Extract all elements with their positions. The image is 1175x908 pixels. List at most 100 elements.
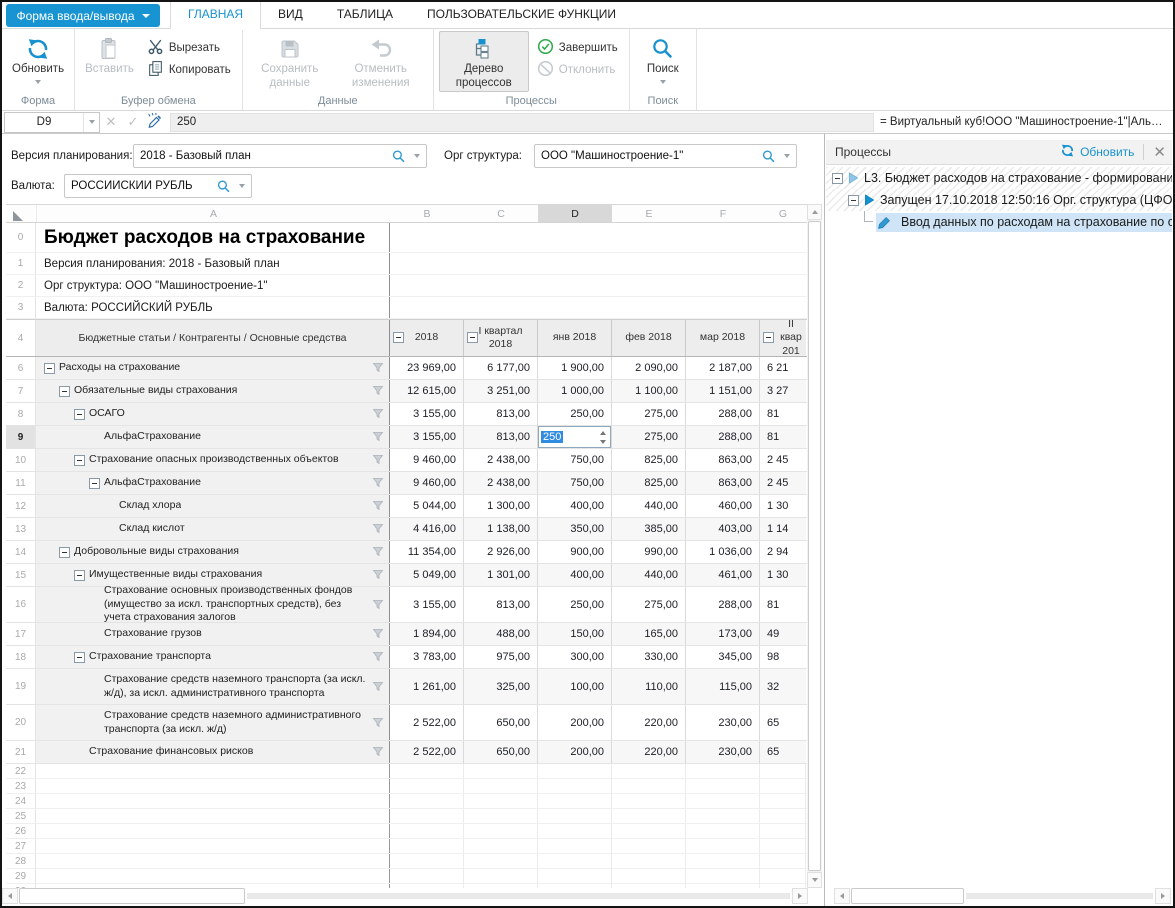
collapse-box-icon[interactable] xyxy=(74,652,85,663)
value-cell[interactable] xyxy=(612,794,686,808)
value-cell[interactable] xyxy=(464,824,538,838)
value-cell[interactable]: 230,00 xyxy=(686,705,760,740)
value-cell[interactable]: 6 177,00 xyxy=(464,357,538,379)
value-cell[interactable]: 650,00 xyxy=(464,741,538,763)
chevron-down-icon[interactable] xyxy=(233,175,251,197)
filter-funnel-icon[interactable] xyxy=(372,477,384,493)
value-cell[interactable]: 1 300,00 xyxy=(464,495,538,517)
filter-funnel-icon[interactable] xyxy=(372,746,384,762)
value-cell[interactable]: 1 900,00 xyxy=(538,357,612,379)
column-header-C[interactable]: C xyxy=(464,205,538,222)
value-cell[interactable]: 440,00 xyxy=(612,564,686,586)
currency-combobox[interactable]: РОССИЙСКИЙ РУБЛЬ xyxy=(64,174,252,198)
refresh-button[interactable]: Обновить xyxy=(7,31,69,85)
value-cell[interactable]: 900,00 xyxy=(538,541,612,563)
value-cell[interactable]: 9 460,00 xyxy=(390,472,464,494)
value-cell[interactable] xyxy=(760,854,806,868)
value-cell[interactable]: 220,00 xyxy=(612,705,686,740)
value-cell[interactable]: 1 000,00 xyxy=(538,380,612,402)
filter-funnel-icon[interactable] xyxy=(372,569,384,585)
label-cell[interactable]: Страхование средств наземного транспорта… xyxy=(36,669,390,704)
value-cell[interactable]: 11 354,00 xyxy=(390,541,464,563)
tab-view[interactable]: ВИД xyxy=(261,2,320,29)
value-cell[interactable]: 110,00 xyxy=(612,669,686,704)
value-cell-clipped[interactable]: 6 21 xyxy=(760,357,806,379)
value-cell[interactable]: 288,00 xyxy=(686,426,760,448)
value-cell[interactable] xyxy=(686,839,760,853)
value-cell[interactable] xyxy=(390,839,464,853)
value-cell[interactable] xyxy=(390,794,464,808)
sheet-title-cell[interactable]: Бюджет расходов на страхование xyxy=(36,223,390,252)
label-cell[interactable] xyxy=(36,869,390,883)
row-header-cell[interactable]: 3 xyxy=(6,297,36,318)
value-cell[interactable]: 3 155,00 xyxy=(390,426,464,448)
value-cell[interactable]: 403,00 xyxy=(686,518,760,540)
search-button[interactable]: Поиск xyxy=(635,31,691,85)
info-cell[interactable]: Версия планирования: 2018 - Базовый план xyxy=(36,253,390,274)
value-cell[interactable] xyxy=(538,794,612,808)
chevron-down-icon[interactable] xyxy=(408,145,426,167)
label-cell[interactable] xyxy=(36,794,390,808)
value-cell[interactable] xyxy=(612,839,686,853)
period-header-cell[interactable]: фев 2018 xyxy=(612,320,686,356)
value-cell[interactable] xyxy=(760,839,806,853)
period-header-cell[interactable]: мар 2018 xyxy=(686,320,760,356)
label-cell[interactable] xyxy=(36,779,390,793)
label-cell[interactable] xyxy=(36,854,390,868)
value-cell[interactable]: 650,00 xyxy=(464,705,538,740)
value-cell[interactable]: 200,00 xyxy=(538,741,612,763)
value-cell[interactable] xyxy=(464,809,538,823)
panel-h-scrollbar-thumb[interactable] xyxy=(851,888,964,904)
value-cell[interactable]: 750,00 xyxy=(538,449,612,471)
panel-h-scrollbar-left-arrow[interactable] xyxy=(834,888,850,904)
confirm-entry-icon[interactable]: ✓ xyxy=(122,114,144,130)
period-header-cell[interactable]: I квартал2018 xyxy=(464,320,538,356)
column-header-A[interactable]: A xyxy=(36,205,390,222)
value-cell-clipped[interactable]: 65 xyxy=(760,741,806,763)
value-cell[interactable]: 325,00 xyxy=(464,669,538,704)
filter-funnel-icon[interactable] xyxy=(372,385,384,401)
filter-funnel-icon[interactable] xyxy=(372,628,384,644)
value-cell[interactable]: 250,00 xyxy=(538,587,612,622)
column-header-G[interactable]: G xyxy=(760,205,806,222)
value-cell[interactable]: 115,00 xyxy=(686,669,760,704)
row-header-cell[interactable]: 2 xyxy=(6,275,36,296)
label-cell[interactable]: Страхование основных производственных фо… xyxy=(36,587,390,622)
value-cell[interactable] xyxy=(686,824,760,838)
value-cell[interactable] xyxy=(686,779,760,793)
value-cell[interactable] xyxy=(612,824,686,838)
v-scrollbar-down-arrow[interactable] xyxy=(807,872,822,888)
spinner-up-icon[interactable] xyxy=(600,431,606,435)
value-cell[interactable] xyxy=(538,779,612,793)
label-cell[interactable]: Страхование транспорта xyxy=(36,646,390,668)
label-cell[interactable]: АльфаСтрахование xyxy=(36,472,390,494)
tab-user-functions[interactable]: ПОЛЬЗОВАТЕЛЬСКИЕ ФУНКЦИИ xyxy=(410,2,633,29)
label-cell[interactable] xyxy=(36,809,390,823)
row-header-cell[interactable]: 29 xyxy=(6,869,36,883)
value-cell[interactable]: 3 155,00 xyxy=(390,403,464,425)
value-cell[interactable]: 330,00 xyxy=(612,646,686,668)
value-cell-clipped[interactable]: 65 xyxy=(760,705,806,740)
value-cell[interactable]: 173,00 xyxy=(686,623,760,645)
value-cell[interactable] xyxy=(612,764,686,778)
chevron-down-icon[interactable] xyxy=(83,113,99,132)
value-cell[interactable]: 825,00 xyxy=(612,449,686,471)
row-header-cell[interactable]: 7 xyxy=(6,380,36,402)
value-cell[interactable] xyxy=(464,779,538,793)
value-cell[interactable] xyxy=(538,809,612,823)
value-cell[interactable] xyxy=(686,794,760,808)
process-tree-item[interactable]: Ввод данных по расходам на страхование п… xyxy=(826,211,1172,233)
value-cell[interactable] xyxy=(760,869,806,883)
row-header-cell[interactable]: 18 xyxy=(6,646,36,668)
collapse-box-icon[interactable] xyxy=(848,195,859,206)
value-cell[interactable] xyxy=(612,854,686,868)
panel-h-scrollbar-right-arrow[interactable] xyxy=(1155,888,1171,904)
row-header-cell[interactable]: 10 xyxy=(6,449,36,471)
row-header-cell[interactable]: 24 xyxy=(6,794,36,808)
value-cell[interactable]: 1 138,00 xyxy=(464,518,538,540)
cell-editor[interactable]: 250 xyxy=(538,426,611,448)
cell-name-box[interactable]: D9 xyxy=(4,112,100,133)
processes-refresh-button[interactable]: Обновить xyxy=(1060,143,1134,161)
value-cell[interactable] xyxy=(686,764,760,778)
value-cell[interactable]: 250 xyxy=(538,426,612,448)
